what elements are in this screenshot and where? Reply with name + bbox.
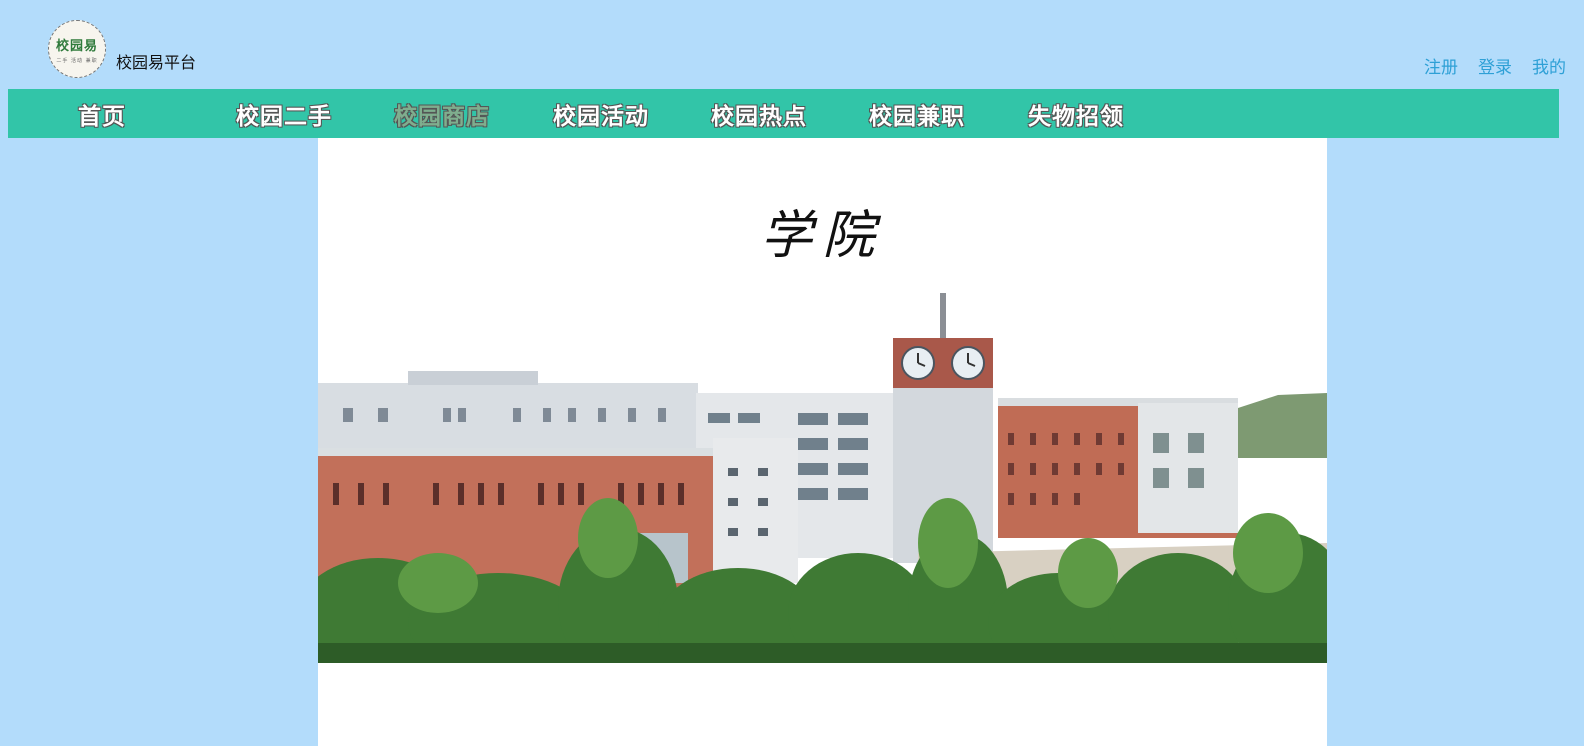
register-link[interactable]: 注册: [1424, 53, 1458, 78]
nav-store[interactable]: 校园商店: [394, 97, 490, 131]
site-name: 校园易平台: [116, 53, 197, 72]
page-title: 学院: [760, 206, 885, 266]
nav-home[interactable]: 首页: [78, 97, 126, 131]
nav-second-hand[interactable]: 校园二手: [236, 97, 332, 131]
logo[interactable]: 校园易 二手 活动 兼职: [48, 20, 106, 78]
nav-lost-found[interactable]: 失物招领: [1028, 97, 1124, 131]
account-links: 注册 登录 我的: [1424, 53, 1566, 78]
main-nav: 首页 校园二手 校园商店 校园活动 校园热点 校园兼职 失物招领: [8, 89, 1559, 138]
nav-activities[interactable]: 校园活动: [553, 97, 649, 131]
login-link[interactable]: 登录: [1478, 53, 1512, 78]
my-account-link[interactable]: 我的: [1532, 53, 1566, 78]
campus-photo: [318, 283, 1327, 663]
logo-text: 校园易: [55, 38, 98, 54]
logo-subtext: 二手 活动 兼职: [56, 57, 98, 64]
header: 校园易 二手 活动 兼职 校园易平台 注册 登录 我的: [0, 0, 1584, 89]
main-content: 学院: [318, 138, 1327, 746]
nav-part-time[interactable]: 校园兼职: [869, 97, 965, 131]
nav-hot-topics[interactable]: 校园热点: [711, 97, 807, 131]
campus-building-illustration: [318, 283, 1327, 663]
